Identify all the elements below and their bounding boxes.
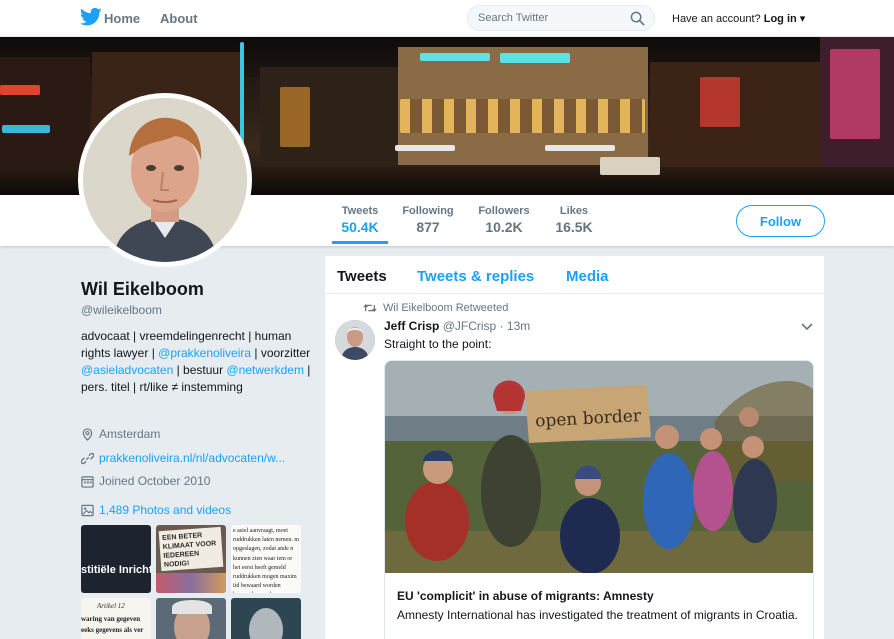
link-icon	[81, 452, 94, 464]
follow-button[interactable]: Follow	[736, 205, 825, 237]
media-thumbnail[interactable]	[156, 598, 226, 639]
card-image: open border	[385, 361, 813, 573]
bio-mention-asieladvocaten[interactable]: @asieladvocaten	[81, 363, 173, 377]
search-icon[interactable]	[630, 11, 645, 26]
profile-location: Amsterdam	[81, 427, 160, 441]
card-photo-children: open border	[385, 361, 813, 573]
media-thumbnail[interactable]: EEN BETER KLIMAAT VOOR IEDEREEN NODIG!	[156, 525, 226, 593]
stat-likes-label: Likes	[559, 205, 589, 217]
chevron-down-icon[interactable]	[801, 322, 813, 332]
location-pin-icon	[82, 427, 93, 441]
profile-joined: Joined October 2010	[81, 474, 210, 488]
top-navigation-bar: Home About Have an account? Log in ▾	[0, 0, 894, 37]
tab-tweets[interactable]: Tweets	[337, 268, 387, 285]
profile-avatar[interactable]	[78, 93, 252, 267]
timeline-tabs: Tweets Tweets & replies Media	[325, 256, 824, 294]
profile-handle[interactable]: @wileikelboom	[81, 303, 162, 317]
tab-tweets-and-replies[interactable]: Tweets & replies	[417, 268, 534, 285]
tweet-header: Jeff Crisp @JFCrisp · 13m	[384, 319, 530, 333]
bio-text-3: | bestuur	[173, 363, 227, 377]
thumbnail-article-title: Artikel 12	[97, 602, 125, 610]
avatar-portrait	[83, 98, 247, 262]
chevron-down-icon[interactable]: ▾	[800, 13, 806, 25]
account-prompt: Have an account? Log in ▾	[672, 12, 805, 25]
search-box	[467, 5, 655, 31]
stat-following-label: Following	[402, 205, 454, 217]
author-portrait	[335, 320, 375, 360]
timeline-panel: Tweets Tweets & replies Media Wil Eikelb…	[325, 256, 824, 639]
calendar-icon	[81, 475, 94, 488]
stat-following-value: 877	[416, 219, 440, 235]
search-input[interactable]	[478, 12, 618, 24]
portrait-face	[249, 608, 283, 639]
stat-followers-label: Followers	[478, 205, 530, 217]
account-prompt-text: Have an account?	[672, 13, 761, 25]
stat-followers[interactable]: Followers 10.2K	[474, 205, 534, 235]
tweet-author-name[interactable]: Jeff Crisp	[384, 319, 439, 333]
crowd-image	[156, 573, 226, 593]
card-title[interactable]: EU 'complicit' in abuse of migrants: Amn…	[397, 589, 654, 603]
media-thumbnail[interactable]: stitiële Inricht	[81, 525, 151, 593]
profile-website: prakkenoliveira.nl/nl/advocaten/w...	[81, 451, 285, 465]
tweet-separator: ·	[499, 319, 504, 333]
profile-bio: advocaat | vreemdelingenrecht | human ri…	[81, 328, 311, 396]
protest-sign: EEN BETER KLIMAAT VOOR IEDEREEN NODIG!	[158, 526, 224, 572]
nav-about-link[interactable]: About	[160, 11, 198, 26]
joined-text: Joined October 2010	[99, 474, 211, 488]
protest-sign-text: EEN BETER KLIMAAT VOOR IEDEREEN NODIG!	[161, 532, 217, 569]
tweet-author-avatar[interactable]	[335, 320, 375, 360]
tab-media[interactable]: Media	[566, 268, 609, 285]
stat-tweets[interactable]: Tweets 50.4K	[332, 205, 388, 244]
twitter-bird-icon[interactable]	[80, 7, 102, 27]
stat-followers-value: 10.2K	[485, 219, 523, 235]
tweet-author-handle[interactable]: @JFCrisp	[443, 319, 497, 333]
photos-label: 1,489 Photos and videos	[99, 503, 232, 517]
link-card[interactable]: open border EU 'complicit' in abuse of m…	[384, 360, 814, 639]
photo-icon	[81, 504, 94, 516]
login-link[interactable]: Log in	[764, 13, 797, 25]
stat-likes-value: 16.5K	[555, 219, 593, 235]
website-link[interactable]: prakkenoliveira.nl/nl/advocaten/w...	[99, 451, 285, 465]
stat-tweets-label: Tweets	[341, 205, 379, 217]
tweet-text: Straight to the point:	[384, 337, 492, 351]
stat-following[interactable]: Following 877	[398, 205, 458, 235]
thumbnail-document-text: e asiel aanvraagt, moet ruddrukken laten…	[233, 528, 299, 593]
media-thumbnail[interactable]: e asiel aanvraagt, moet ruddrukken laten…	[231, 525, 301, 593]
photos-and-videos-link[interactable]: 1,489 Photos and videos	[81, 503, 231, 517]
nav-home-link[interactable]: Home	[104, 11, 140, 26]
retweet-context: Wil Eikelboom Retweeted	[363, 302, 508, 314]
tweet-timestamp[interactable]: 13m	[507, 319, 530, 333]
media-thumbnail[interactable]: Artikel 12 waring van gegeven eeks gegev…	[81, 598, 151, 639]
card-description: Amnesty International has investigated t…	[397, 608, 798, 622]
portrait-hair	[172, 600, 212, 614]
media-thumbnail[interactable]	[231, 598, 301, 639]
location-text: Amsterdam	[99, 427, 161, 441]
stat-tweets-value: 50.4K	[341, 219, 379, 235]
stat-likes[interactable]: Likes 16.5K	[549, 205, 599, 235]
thumbnail-caption: stitiële Inricht	[81, 564, 151, 576]
retweet-icon	[363, 303, 377, 313]
bio-mention-netwerkdem[interactable]: @netwerkdem	[226, 363, 304, 377]
bio-mention-prakkenoliveira[interactable]: @prakkenoliveira	[158, 346, 251, 360]
profile-name[interactable]: Wil Eikelboom	[81, 279, 204, 300]
thumbnail-article-text: waring van gegeven eeks gegevens als ver	[81, 615, 144, 634]
retweet-context-text[interactable]: Wil Eikelboom Retweeted	[383, 302, 508, 314]
bio-text-2: | voorzitter	[251, 346, 311, 360]
